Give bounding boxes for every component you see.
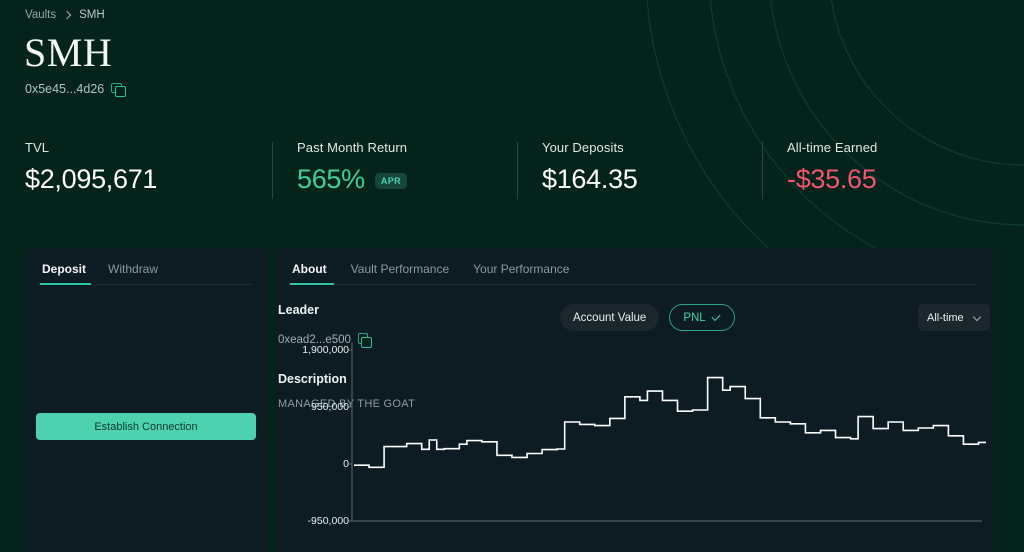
left-tabbar: Deposit Withdraw [24, 248, 268, 285]
leader-label: Leader [278, 303, 319, 317]
tab-deposit[interactable]: Deposit [40, 260, 88, 285]
breadcrumb: Vaults SMH [25, 9, 105, 21]
tab-underline-track [292, 284, 977, 285]
time-range-select[interactable]: All-time [918, 304, 990, 331]
deposit-withdraw-panel: Deposit Withdraw Establish Connection [24, 248, 268, 552]
stat-all-time-earned: All-time Earned -$35.65 [762, 140, 1024, 212]
establish-connection-button[interactable]: Establish Connection [36, 413, 256, 440]
tab-your-performance[interactable]: Your Performance [471, 260, 571, 285]
tab-about[interactable]: About [290, 260, 329, 285]
tab-vault-performance[interactable]: Vault Performance [349, 260, 452, 285]
breadcrumb-current: SMH [79, 9, 105, 21]
active-tab-underline [40, 283, 91, 285]
check-icon [712, 315, 721, 321]
chart-metric-toggle: Account Value PNL [560, 304, 735, 331]
stat-value: 565% [297, 163, 365, 195]
chevron-right-icon [63, 11, 72, 20]
stat-value: $164.35 [542, 163, 638, 195]
chevron-down-icon [973, 314, 981, 322]
right-tabbar: About Vault Performance Your Performance [276, 248, 993, 285]
copy-icon[interactable] [111, 83, 124, 96]
breadcrumb-parent[interactable]: Vaults [25, 9, 56, 21]
chart-y-tick: 1,900,000 [302, 344, 349, 356]
vault-address: 0x5e45...4d26 [25, 82, 104, 96]
decorative-arcs [584, 0, 1024, 250]
stat-label: TVL [25, 140, 272, 155]
vault-detail-page: Vaults SMH SMH 0x5e45...4d26 TVL $2,095,… [0, 0, 1024, 552]
chart-y-axis-labels: 1,900,000 950,000 0 -950,000 [276, 336, 349, 552]
pnl-chart: 1,900,000 950,000 0 -950,000 [276, 336, 993, 552]
page-title: SMH [24, 30, 112, 76]
tab-withdraw[interactable]: Withdraw [106, 260, 160, 285]
vault-address-row: 0x5e45...4d26 [25, 82, 124, 96]
stat-value: -$35.65 [787, 163, 876, 195]
stat-past-month-return: Past Month Return 565% APR [272, 140, 517, 212]
stats-row: TVL $2,095,671 Past Month Return 565% AP… [0, 140, 1024, 212]
stat-label: All-time Earned [787, 140, 1024, 155]
chart-y-tick: 950,000 [311, 401, 349, 413]
apr-badge: APR [375, 173, 407, 189]
active-tab-underline [290, 283, 334, 285]
stat-label: Past Month Return [297, 140, 517, 155]
metric-account-value-button[interactable]: Account Value [560, 304, 659, 331]
time-range-value: All-time [927, 312, 964, 324]
chart-y-tick: -950,000 [308, 515, 349, 527]
stat-value: $2,095,671 [25, 163, 157, 195]
stat-label: Your Deposits [542, 140, 762, 155]
stat-tvl: TVL $2,095,671 [0, 140, 272, 212]
stat-your-deposits: Your Deposits $164.35 [517, 140, 762, 212]
chart-plot [276, 336, 993, 552]
metric-pnl-button[interactable]: PNL [669, 304, 734, 331]
chart-y-tick: 0 [343, 458, 349, 470]
metric-pnl-label: PNL [683, 312, 705, 324]
connect-button-wrap: Establish Connection [24, 400, 268, 440]
